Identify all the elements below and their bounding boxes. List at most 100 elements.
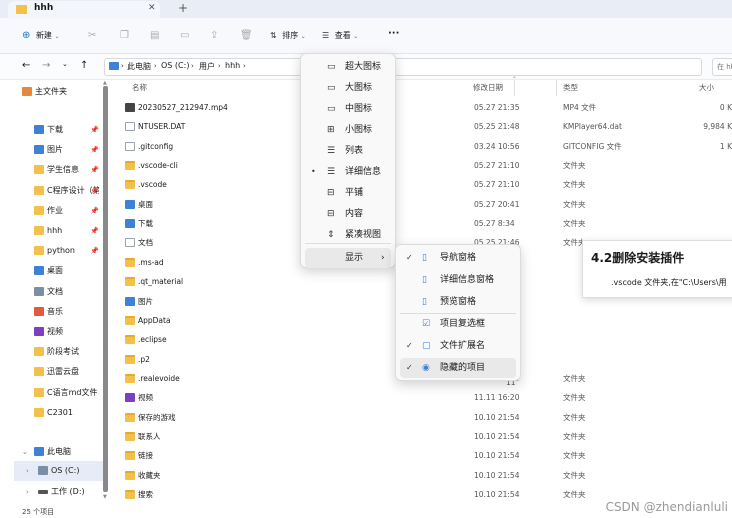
view-menu-label: 大图标 xyxy=(345,83,373,93)
folder-icon xyxy=(125,296,135,306)
recent-chevron-icon[interactable]: ⌄ xyxy=(62,60,68,68)
forward-arrow-icon[interactable]: → xyxy=(42,60,50,71)
show-menu-item[interactable]: ✓ ▯ 导航窗格 xyxy=(400,248,516,268)
file-row[interactable]: 桌面 05.27 20:41 文件夹 xyxy=(112,195,732,215)
sort-button[interactable]: ⇅ 排序 ⌄ xyxy=(270,26,306,46)
view-menu-label: 详细信息 xyxy=(345,167,382,177)
show-menu-item[interactable]: ✓ ▢ 文件扩展名 xyxy=(400,336,516,356)
close-tab-icon[interactable]: ✕ xyxy=(148,3,156,13)
sidebar-item-label: 迅雷云盘 xyxy=(47,367,79,377)
sidebar-item-quick[interactable]: 学生信息 📌 xyxy=(0,160,100,180)
sidebar-item-quick[interactable]: 作业 📌 xyxy=(0,201,100,221)
column-header-name[interactable]: 名称 xyxy=(132,80,147,96)
sidebar-item-quick[interactable]: 音乐 xyxy=(0,302,100,322)
sidebar-item-quick[interactable]: hhh 📌 xyxy=(0,221,100,241)
file-name: 收藏夹 xyxy=(138,470,161,480)
show-menu-item[interactable]: ☑ 项目复选框 xyxy=(400,314,516,334)
view-button[interactable]: ☰ 查看 ⌄ xyxy=(322,26,358,46)
column-header-date[interactable]: 修改日期 xyxy=(473,80,503,96)
view-menu-item[interactable]: ▭ 超大图标 xyxy=(305,57,391,77)
file-name: .gitconfig xyxy=(138,141,174,151)
column-divider[interactable] xyxy=(514,80,515,96)
scroll-down-arrow[interactable]: ▼ xyxy=(103,494,107,500)
folder-icon xyxy=(34,185,44,195)
pin-icon: 📌 xyxy=(90,126,99,134)
file-icon xyxy=(125,122,135,132)
file-row[interactable]: 20230527_212947.mp4 05.27 21:35 MP4 文件 0 K xyxy=(112,98,732,118)
back-arrow-icon[interactable]: ← xyxy=(22,60,30,71)
view-menu-label: 显示 xyxy=(345,253,364,263)
sidebar-item-drive-c[interactable]: › OS (C:) xyxy=(14,461,106,481)
show-menu-item[interactable]: ▯ 详细信息窗格 xyxy=(400,270,516,290)
view-menu-item[interactable]: ☰ 列表 xyxy=(305,141,391,161)
file-row[interactable]: 链接 10.10 21:54 文件夹 xyxy=(112,446,732,466)
sidebar-item-quick[interactable]: 下载 📌 xyxy=(0,120,100,140)
address-bar[interactable]: › 此电脑 › OS (C:) › 用户 › hhh › xyxy=(104,58,702,76)
sidebar-item-this-pc[interactable]: ⌄ 此电脑 xyxy=(0,442,100,462)
cut-icon[interactable]: ✂ xyxy=(88,30,96,41)
file-date: 10.10 21:54 xyxy=(474,412,520,422)
show-menu-item[interactable]: ▯ 预览窗格 xyxy=(400,292,516,312)
sidebar-item-quick[interactable]: C程序设计（第 📌 xyxy=(0,181,100,201)
sidebar-item-quick[interactable]: 文档 xyxy=(0,282,100,302)
new-tab-button[interactable]: + xyxy=(178,1,188,15)
sidebar-item-quick[interactable]: 迅雷云盘 xyxy=(0,362,100,382)
sidebar-item-quick[interactable]: C2301 xyxy=(0,403,100,423)
search-input[interactable]: 在 hhh xyxy=(712,58,732,76)
view-menu-label: 内容 xyxy=(345,209,364,219)
view-menu-item[interactable]: ⊞ 小图标 xyxy=(305,120,391,140)
view-menu-item[interactable]: ⊟ 内容 xyxy=(305,204,391,224)
delete-icon[interactable]: 🗑 xyxy=(240,30,253,41)
file-row[interactable]: 下载 05.27 8:34 文件夹 xyxy=(112,214,732,234)
copy-icon[interactable]: ❐ xyxy=(120,30,129,41)
show-menu-item[interactable]: ✓ ◉ 隐藏的项目 xyxy=(400,358,516,378)
view-menu-item[interactable]: ▭ 大图标 xyxy=(305,78,391,98)
breadcrumb-users[interactable]: 用户 xyxy=(199,61,215,72)
share-icon[interactable]: ⇪ xyxy=(210,30,218,41)
new-button[interactable]: ⊕ 新建 ⌄ xyxy=(22,26,60,46)
file-row[interactable]: .vscode-cli 05.27 21:10 文件夹 xyxy=(112,156,732,176)
sidebar-item-quick[interactable]: 阶段考试 xyxy=(0,342,100,362)
view-menu: ▭ 超大图标 ▭ 大图标 ▭ 中图标 ⊞ 小图标 ☰ 列表 • ☰ 详细信息 ⊟ 平铺 ⊟ 内容 ⇕ 紧凑视图显示 › xyxy=(300,53,396,268)
rename-icon[interactable]: ▭ xyxy=(180,30,189,41)
file-row[interactable]: .gitconfig 03.24 10:56 GITCONFIG 文件 1 K xyxy=(112,137,732,157)
show-menu-label: 预览窗格 xyxy=(440,297,477,307)
file-row[interactable]: 收藏夹 10.10 21:54 文件夹 xyxy=(112,466,732,486)
up-arrow-icon[interactable]: ↑ xyxy=(80,60,88,71)
sidebar-scrollbar[interactable] xyxy=(103,86,108,492)
view-menu-item[interactable]: ⊟ 平铺 xyxy=(305,183,391,203)
sidebar-item-quick[interactable]: 视频 xyxy=(0,322,100,342)
view-menu-item[interactable]: ⇕ 紧凑视图 xyxy=(305,225,391,245)
view-menu-item[interactable]: 显示 › xyxy=(305,248,391,268)
file-row[interactable]: 视频 11.11 16:20 文件夹 xyxy=(112,388,732,408)
file-row[interactable]: NTUSER.DAT 05.25 21:48 KMPlayer64.dat 9,984… xyxy=(112,117,732,137)
column-header-type[interactable]: 类型 xyxy=(563,80,578,96)
file-type: 文件夹 xyxy=(563,199,586,209)
tab-hhh[interactable]: hhh ✕ xyxy=(8,1,160,18)
folder-icon xyxy=(125,335,135,345)
sidebar-item-quick[interactable]: C语言md文件 xyxy=(0,383,100,403)
file-date: 05.27 20:41 xyxy=(474,199,520,209)
sidebar-item-quick[interactable]: 桌面 xyxy=(0,261,100,281)
paste-icon[interactable]: ▤ xyxy=(150,30,159,41)
tutorial-popup: 4.2删除安装插件 .vscode 文件夹,在"C:\Users\用 xyxy=(582,240,732,298)
breadcrumb-hhh[interactable]: hhh xyxy=(225,61,240,70)
file-row[interactable]: 联系人 10.10 21:54 文件夹 xyxy=(112,427,732,447)
file-row[interactable]: 保存的游戏 10.10 21:54 文件夹 xyxy=(112,408,732,428)
column-divider[interactable] xyxy=(556,80,557,96)
sidebar-item-quick[interactable]: 图片 📌 xyxy=(0,140,100,160)
sidebar-item-drive-d[interactable]: › 工作 (D:) xyxy=(0,482,100,502)
folder-icon xyxy=(125,451,135,461)
pane-icon: ▯ xyxy=(422,275,427,285)
sidebar-item-home[interactable]: 主文件夹 xyxy=(0,82,100,102)
show-menu-label: 隐藏的项目 xyxy=(440,363,486,373)
scroll-up-arrow[interactable]: ▲ xyxy=(103,80,107,86)
view-menu-item[interactable]: • ☰ 详细信息 xyxy=(305,162,391,182)
column-header-size[interactable]: 大小 xyxy=(699,80,714,96)
breadcrumb-this-pc[interactable]: 此电脑 xyxy=(127,61,151,72)
sidebar-item-quick[interactable]: python 📌 xyxy=(0,241,100,261)
more-options-button[interactable]: ··· xyxy=(388,28,399,39)
breadcrumb-os-c[interactable]: OS (C:) xyxy=(161,61,189,70)
file-row[interactable]: .vscode 05.27 21:10 文件夹 xyxy=(112,175,732,195)
view-menu-item[interactable]: ▭ 中图标 xyxy=(305,99,391,119)
